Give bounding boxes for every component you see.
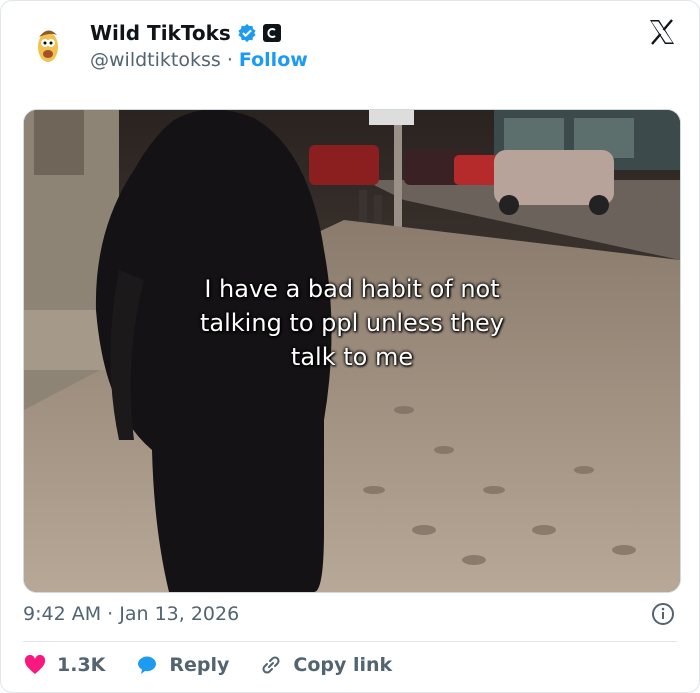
caption-line: talk to me <box>290 343 414 371</box>
media-caption: I have a bad habit of not talking to ppl… <box>24 272 680 374</box>
like-button[interactable]: 1.3K <box>23 653 105 677</box>
author-handle[interactable]: @wildtiktokss <box>90 49 221 71</box>
heart-icon <box>24 654 46 674</box>
timestamp-separator: · <box>107 603 114 625</box>
link-icon <box>262 656 280 674</box>
timestamp-time[interactable]: 9:42 AM <box>23 603 101 625</box>
tweet-media-image[interactable]: I have a bad habit of not talking to ppl… <box>23 109 681 593</box>
reply-bubble-icon <box>138 656 157 674</box>
tweet-timestamp[interactable]: 9:42 AM · Jan 13, 2026 <box>23 603 239 625</box>
like-count: 1.3K <box>57 654 106 676</box>
author-name-row[interactable]: Wild TikToks <box>90 21 281 45</box>
reply-button[interactable]: Reply <box>135 653 229 677</box>
author-handle-row: @wildtiktokss · Follow <box>90 49 308 71</box>
verified-badge-icon <box>238 23 256 43</box>
affiliate-badge-icon <box>262 24 281 42</box>
avatar-image <box>38 30 58 62</box>
follow-button[interactable]: Follow <box>239 49 308 71</box>
copy-link-button[interactable]: Copy link <box>259 653 392 677</box>
tweet-embed-card: Wild TikToks @wildtiktokss · Follow I ha… <box>0 0 700 693</box>
reply-label: Reply <box>169 654 230 676</box>
copy-link-label: Copy link <box>293 654 393 676</box>
x-logo-icon[interactable] <box>647 17 677 47</box>
avatar[interactable] <box>26 23 70 67</box>
timestamp-date[interactable]: Jan 13, 2026 <box>119 603 239 625</box>
handle-separator: · <box>226 49 233 71</box>
author-name[interactable]: Wild TikToks <box>90 21 231 45</box>
info-icon[interactable] <box>651 602 675 626</box>
caption-line: I have a bad habit of not <box>204 275 500 303</box>
divider <box>23 641 677 642</box>
tweet-actions: 1.3K Reply Copy link <box>23 653 422 677</box>
caption-line: talking to ppl unless they <box>200 309 504 337</box>
